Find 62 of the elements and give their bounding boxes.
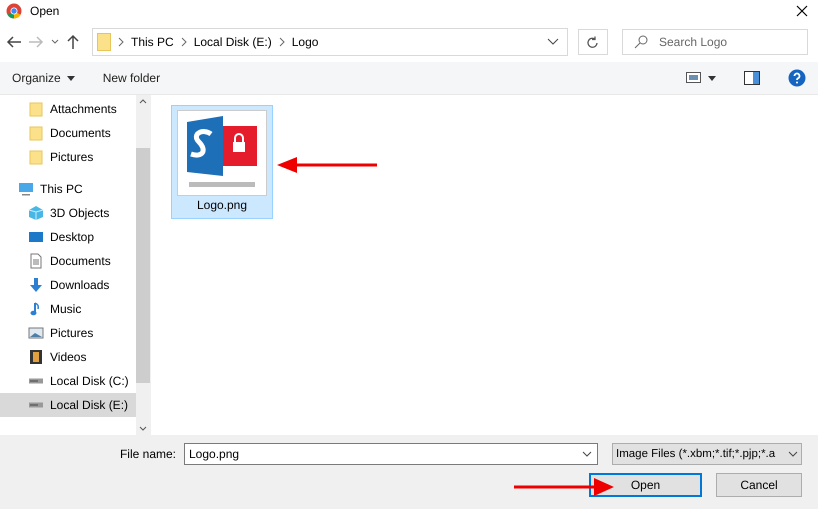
- recent-dropdown-button[interactable]: [50, 38, 60, 46]
- view-options-icon[interactable]: [686, 72, 716, 84]
- breadcrumb[interactable]: Logo: [292, 35, 318, 49]
- scroll-down-icon[interactable]: [139, 426, 147, 431]
- sidebar-item[interactable]: This PC: [0, 177, 136, 201]
- file-type-dropdown[interactable]: Image Files (*.xbm;*.tif;*.pjp;*.a: [612, 443, 802, 465]
- open-button[interactable]: Open: [589, 473, 702, 497]
- file-name-field[interactable]: Logo.png: [184, 443, 598, 465]
- help-icon[interactable]: [788, 69, 806, 87]
- sidebar-item[interactable]: Attachments: [0, 97, 136, 121]
- picture-icon: [28, 325, 44, 341]
- file-name: Logo.png: [196, 198, 248, 212]
- caret-icon: [66, 76, 75, 80]
- drive-icon: [28, 378, 44, 384]
- search-icon: [634, 35, 648, 49]
- cancel-button[interactable]: Cancel: [716, 473, 802, 497]
- sidebar-item[interactable]: Videos: [0, 345, 136, 369]
- organize-button[interactable]: Organize: [12, 71, 75, 85]
- breadcrumb[interactable]: Local Disk (E:): [194, 35, 272, 49]
- file-name-label: File name:: [120, 447, 176, 461]
- sidebar-item[interactable]: Local Disk (E:): [0, 393, 136, 417]
- refresh-icon: [587, 36, 599, 48]
- window-title: Open: [30, 4, 60, 18]
- desktop-icon: [28, 229, 44, 245]
- sidebar-item[interactable]: Downloads: [0, 273, 136, 297]
- scroll-up-icon[interactable]: [139, 99, 147, 104]
- folder-icon: [28, 125, 44, 141]
- download-arrow-icon: [28, 277, 44, 293]
- up-button[interactable]: [66, 34, 80, 50]
- folder-icon: [28, 149, 44, 165]
- chevron-icon: [117, 37, 125, 47]
- file-item[interactable]: Logo.png: [171, 105, 273, 219]
- chevron-icon: [278, 37, 286, 47]
- folder-icon: [97, 33, 111, 51]
- dropdown-caret-icon[interactable]: [582, 451, 592, 457]
- search-field[interactable]: Search Logo: [622, 29, 808, 55]
- sidebar-item[interactable]: Music: [0, 297, 136, 321]
- dropdown-caret-icon[interactable]: [547, 38, 559, 46]
- cube-icon: [28, 205, 44, 221]
- new-folder-button[interactable]: New folder: [102, 71, 160, 85]
- drive-icon: [28, 402, 44, 408]
- breadcrumb[interactable]: This PC: [131, 35, 174, 49]
- folder-icon: [28, 101, 44, 117]
- film-icon: [28, 349, 44, 365]
- chevron-icon: [180, 37, 188, 47]
- sidebar-item[interactable]: 3D Objects: [0, 201, 136, 225]
- dropdown-caret-icon: [788, 451, 798, 457]
- preview-pane-icon[interactable]: [744, 71, 760, 85]
- sidebar-item[interactable]: Documents: [0, 121, 136, 145]
- back-button[interactable]: [6, 35, 22, 49]
- address-bar[interactable]: This PC Local Disk (E:) Logo: [92, 28, 568, 56]
- monitor-icon: [18, 181, 34, 197]
- scrollbar[interactable]: [136, 95, 150, 435]
- browser-logo-icon: [6, 3, 22, 19]
- refresh-button[interactable]: [578, 29, 608, 55]
- sidebar-item[interactable]: Pictures: [0, 321, 136, 345]
- document-icon: [28, 253, 44, 269]
- sidebar-item[interactable]: Documents: [0, 249, 136, 273]
- sidebar-item[interactable]: Local Disk (C:): [0, 369, 136, 393]
- sidebar-item[interactable]: Pictures: [0, 145, 136, 169]
- sidebar-item[interactable]: Desktop: [0, 225, 136, 249]
- close-icon[interactable]: [796, 5, 808, 17]
